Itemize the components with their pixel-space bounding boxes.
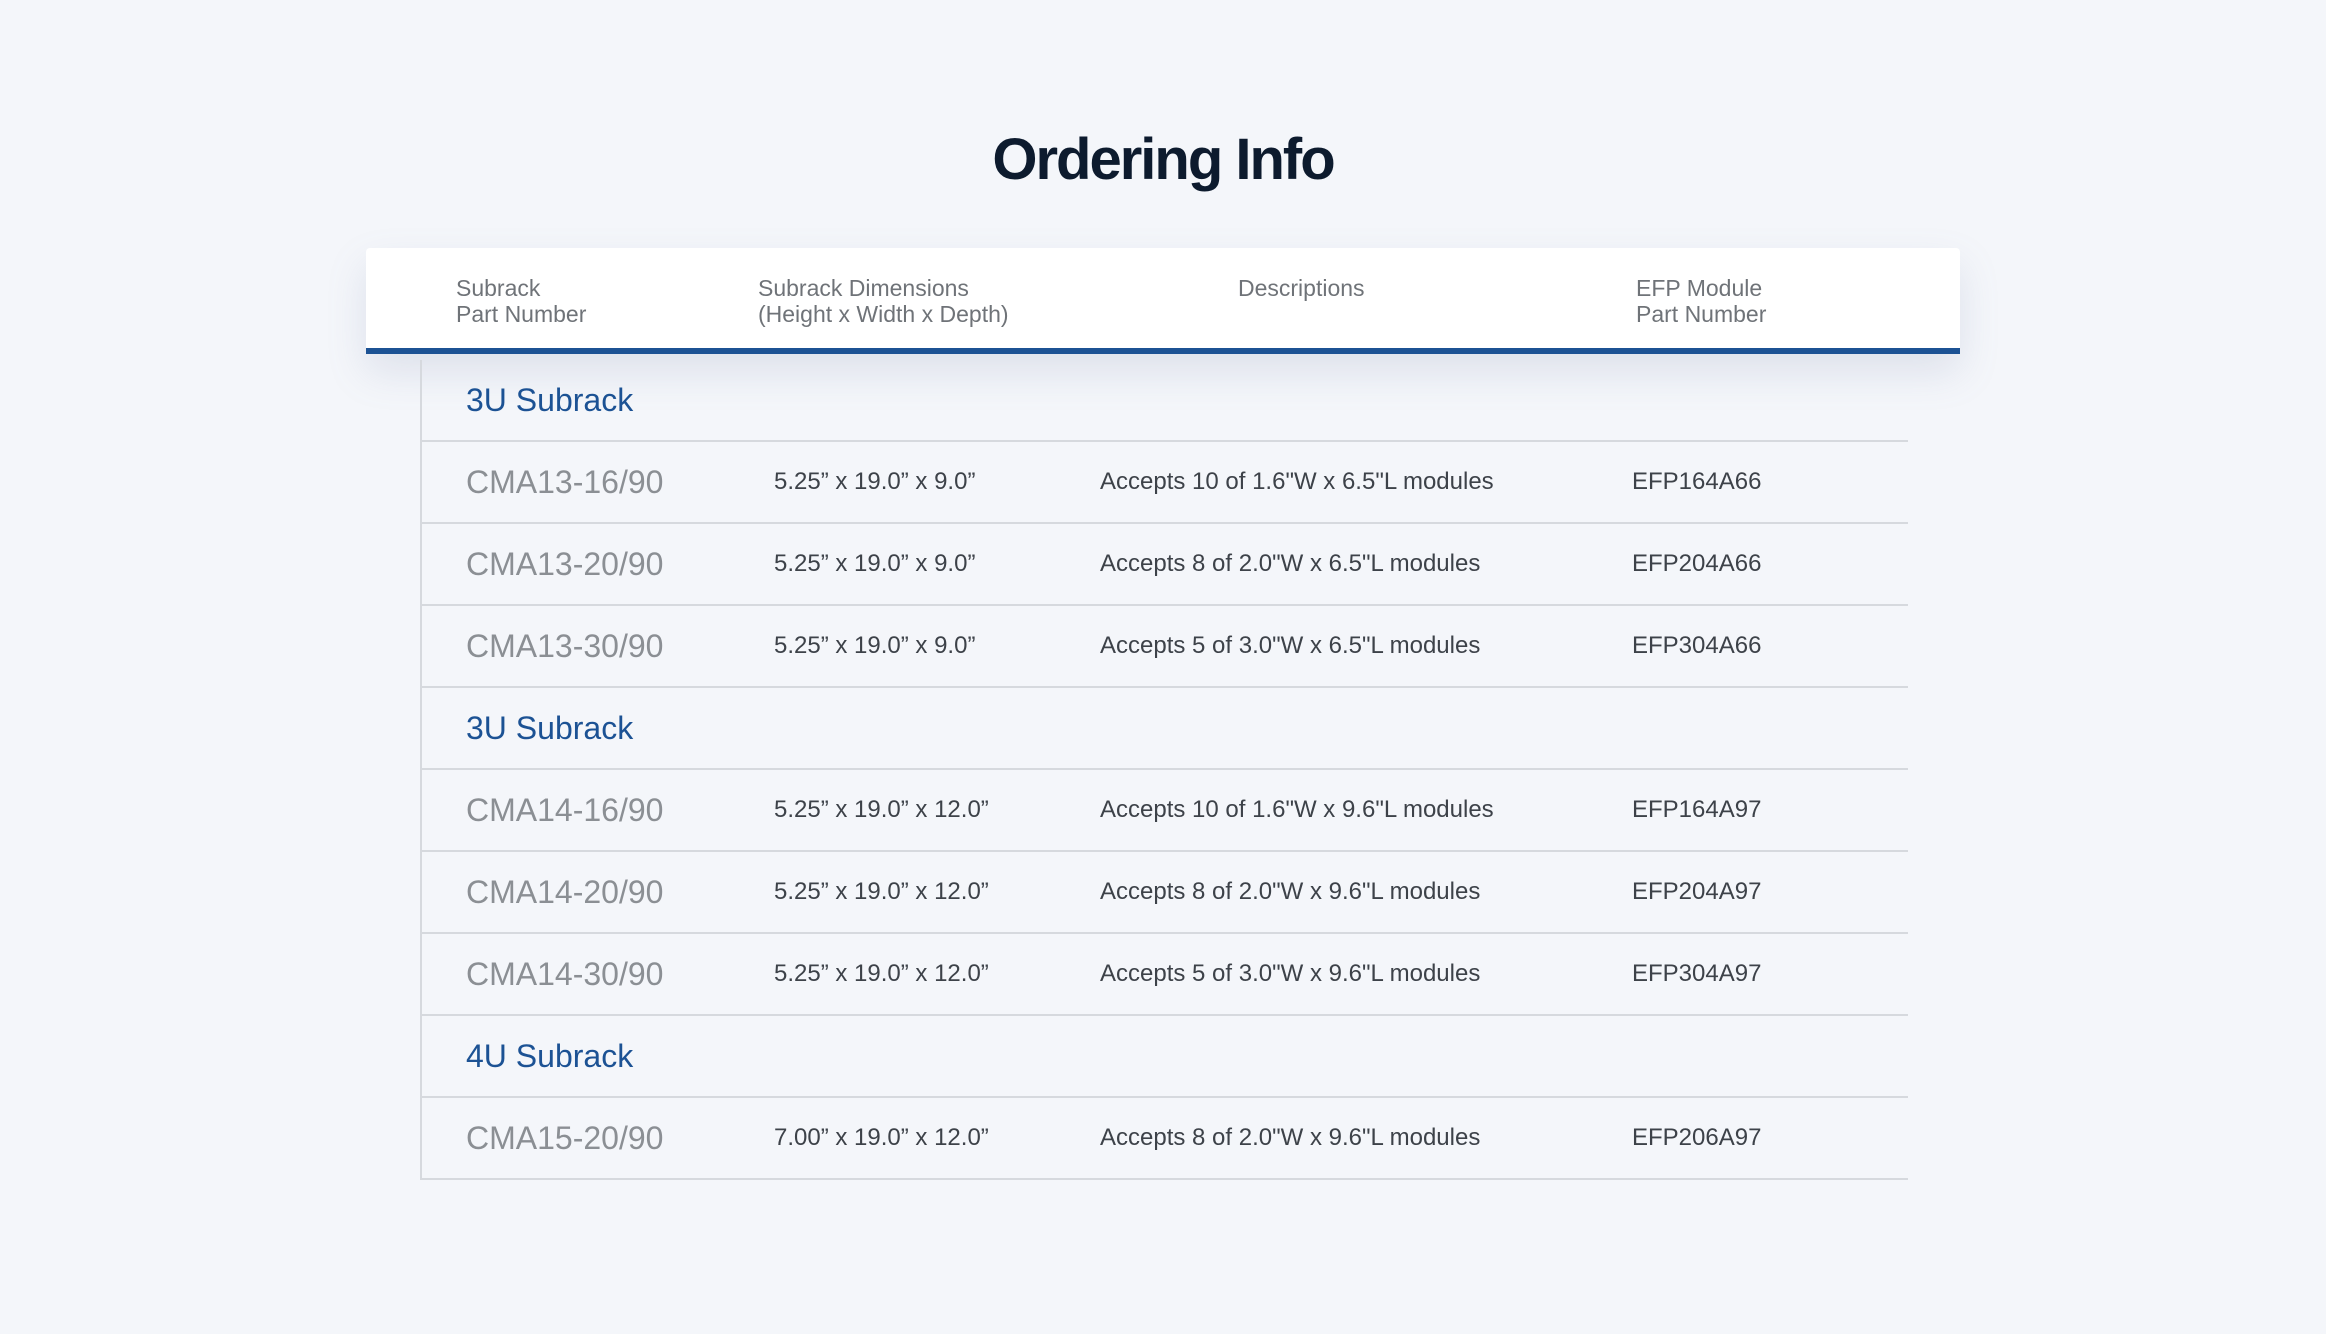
dimensions-cell: 5.25” x 19.0” x 9.0” — [774, 468, 976, 495]
group-row: 3U Subrack — [422, 688, 1908, 770]
dimensions-cell: 5.25” x 19.0” x 9.0” — [774, 550, 976, 577]
efp-module-cell: EFP304A66 — [1632, 632, 1762, 659]
group-label: 3U Subrack — [466, 710, 634, 746]
table-row: CMA14-16/90 5.25” x 19.0” x 12.0” Accept… — [422, 770, 1908, 852]
group-label: 3U Subrack — [466, 382, 634, 418]
group-label: 4U Subrack — [466, 1038, 634, 1074]
dimensions-cell: 5.25” x 19.0” x 12.0” — [774, 878, 989, 905]
table-row: CMA15-20/90 7.00” x 19.0” x 12.0” Accept… — [422, 1098, 1908, 1180]
page-title: Ordering Info — [992, 127, 1335, 192]
header-efp-module: EFP Module Part Number — [1636, 275, 1766, 327]
table-row: CMA13-30/90 5.25” x 19.0” x 9.0” Accepts… — [422, 606, 1908, 688]
efp-module-cell: EFP206A97 — [1632, 1124, 1762, 1151]
description-cell: Accepts 8 of 2.0"W x 9.6"L modules — [1100, 1124, 1481, 1151]
part-number-cell: CMA14-30/90 — [466, 956, 664, 992]
part-number-cell: CMA15-20/90 — [466, 1120, 664, 1156]
header-descriptions-label: Descriptions — [1238, 275, 1365, 301]
description-cell: Accepts 5 of 3.0"W x 6.5"L modules — [1100, 632, 1481, 659]
efp-module-cell: EFP164A97 — [1632, 796, 1762, 823]
header-part-number-line2: Part Number — [456, 301, 587, 327]
header-descriptions: Descriptions — [1238, 275, 1365, 301]
header-efp-module-line1: EFP Module — [1636, 275, 1763, 301]
efp-module-cell: EFP204A66 — [1632, 550, 1762, 577]
table-row: CMA13-20/90 5.25” x 19.0” x 9.0” Accepts… — [422, 524, 1908, 606]
dimensions-cell: 5.25” x 19.0” x 12.0” — [774, 960, 989, 987]
header-part-number: Subrack Part Number — [456, 275, 586, 327]
header-dimensions: Subrack Dimensions (Height x Width x Dep… — [758, 275, 1009, 327]
description-cell: Accepts 5 of 3.0"W x 9.6"L modules — [1100, 960, 1481, 987]
table-row: CMA14-20/90 5.25” x 19.0” x 12.0” Accept… — [422, 852, 1908, 934]
part-number-cell: CMA14-16/90 — [466, 792, 664, 828]
group-row: 4U Subrack — [422, 1016, 1908, 1098]
table-row: CMA14-30/90 5.25” x 19.0” x 12.0” Accept… — [422, 934, 1908, 1016]
dimensions-cell: 5.25” x 19.0” x 12.0” — [774, 796, 989, 823]
dimensions-cell: 5.25” x 19.0” x 9.0” — [774, 632, 976, 659]
table-row: CMA13-16/90 5.25” x 19.0” x 9.0” Accepts… — [422, 442, 1908, 524]
table-body: 3U Subrack CMA13-16/90 5.25” x 19.0” x 9… — [420, 360, 1908, 1180]
group-row: 3U Subrack — [422, 360, 1908, 442]
header-dimensions-line2: (Height x Width x Depth) — [758, 301, 1009, 327]
part-number-cell: CMA14-20/90 — [466, 874, 664, 910]
description-cell: Accepts 10 of 1.6"W x 9.6"L modules — [1100, 796, 1494, 823]
header-dimensions-line1: Subrack Dimensions — [758, 275, 969, 301]
description-cell: Accepts 8 of 2.0"W x 9.6"L modules — [1100, 878, 1481, 905]
efp-module-cell: EFP164A66 — [1632, 468, 1762, 495]
description-cell: Accepts 8 of 2.0"W x 6.5"L modules — [1100, 550, 1481, 577]
part-number-cell: CMA13-30/90 — [466, 628, 664, 664]
description-cell: Accepts 10 of 1.6"W x 6.5"L modules — [1100, 468, 1494, 495]
part-number-cell: CMA13-16/90 — [466, 464, 664, 500]
efp-module-cell: EFP204A97 — [1632, 878, 1762, 905]
part-number-cell: CMA13-20/90 — [466, 546, 664, 582]
efp-module-cell: EFP304A97 — [1632, 960, 1762, 987]
header-efp-module-line2: Part Number — [1636, 301, 1767, 327]
dimensions-cell: 7.00” x 19.0” x 12.0” — [774, 1124, 989, 1151]
table-header: Subrack Part Number Subrack Dimensions (… — [366, 248, 1960, 354]
header-part-number-line1: Subrack — [456, 275, 541, 301]
